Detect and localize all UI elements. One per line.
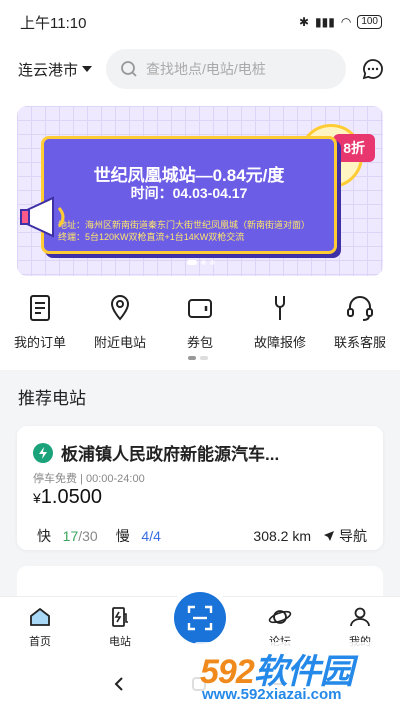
navigate-button[interactable]: 导航	[323, 526, 367, 546]
signal-icon: ▮▮▮	[315, 15, 335, 29]
planet-icon	[268, 610, 292, 624]
scan-icon	[187, 605, 213, 631]
status-icons: ✱ ▮▮▮ ◠ 100	[299, 15, 382, 29]
watermark: 592软件园 www.592xiazai.com	[192, 642, 392, 706]
banner-card: 世纪凤凰城站—0.84元/度 时间：04.03-04.17 地址：海州区新南街道…	[41, 136, 337, 254]
quick-action-label: 附近电站	[93, 335, 146, 350]
fast-chargers: 快 17/30	[37, 526, 98, 546]
quick-action-label: 我的订单	[13, 335, 66, 350]
banner-pagination	[187, 260, 215, 265]
search-placeholder: 查找地点/电站/电桩	[146, 61, 266, 77]
order-icon	[30, 295, 50, 321]
banner-dot-active	[187, 260, 197, 265]
station-price: ¥1.0500	[33, 486, 102, 509]
status-time: 上午11:10	[20, 14, 87, 32]
megaphone-icon	[20, 196, 65, 238]
city-label: 连云港市	[18, 61, 79, 79]
station-name: 板浦镇人民政府新能源汽车...	[61, 445, 280, 464]
station-header: 板浦镇人民政府新能源汽车...	[33, 440, 373, 465]
quick-action-label: 券包	[186, 335, 213, 350]
station-distance: 308.2 km	[253, 528, 311, 544]
caret-down-icon	[82, 66, 93, 72]
page-dot-active	[188, 356, 196, 360]
search-input[interactable]: 查找地点/电站/电桩	[106, 49, 346, 89]
quick-action-label: 联系客服	[333, 335, 386, 350]
back-icon[interactable]	[112, 676, 126, 692]
slow-total: /4	[149, 528, 161, 544]
fast-total: /30	[78, 528, 98, 544]
wrench-icon	[275, 296, 285, 320]
navigate-label: 导航	[339, 528, 367, 544]
quick-action-orders[interactable]: 我的订单	[0, 284, 80, 370]
wifi-icon: ◠	[340, 15, 352, 29]
slow-label: 慢	[115, 528, 130, 544]
message-button[interactable]	[360, 56, 386, 82]
slow-chargers: 慢 4/4	[116, 526, 254, 546]
banner-dot	[210, 260, 215, 265]
tab-label: 首页	[29, 636, 51, 648]
bluetooth-icon: ✱	[298, 15, 310, 29]
promo-banner[interactable]: 8折 世纪凤凰城站—0.84元/度 时间：04.03-04.17 地址：海州区新…	[17, 106, 383, 276]
watermark-url: www.592xiazai.com	[202, 686, 342, 703]
quick-action-label: 故障报修	[253, 335, 306, 350]
currency-symbol: ¥	[33, 490, 41, 506]
quick-action-support[interactable]: 联系客服	[320, 284, 400, 370]
status-bar: 上午11:10 ✱ ▮▮▮ ◠ 100	[0, 0, 400, 44]
location-icon	[110, 294, 130, 321]
search-icon	[121, 61, 137, 77]
city-selector[interactable]: 连云港市	[18, 59, 93, 80]
tab-home[interactable]: 首页	[0, 597, 80, 656]
scan-button[interactable]	[174, 592, 226, 644]
discount-badge: 8折	[333, 134, 375, 162]
banner-dot	[201, 260, 206, 265]
station-footer: 快 17/30 慢 4/4 308.2 km 导航	[37, 526, 367, 546]
top-bar: 连云港市 查找地点/电站/电桩	[0, 44, 400, 94]
banner-terminals: 终端：5台120KW双枪直流+1台14KW双枪交流	[58, 232, 245, 242]
charger-icon	[112, 607, 128, 627]
quick-actions-pagination	[188, 356, 208, 360]
banner-time: 时间：04.03-04.17	[130, 185, 248, 201]
fast-available: 17	[62, 528, 79, 544]
battery-indicator: 100	[357, 15, 382, 29]
station-logo-icon	[33, 442, 53, 463]
section-title: 推荐电站	[18, 389, 86, 408]
quick-action-repair[interactable]: 故障报修	[240, 284, 320, 370]
chat-icon	[362, 59, 383, 80]
navigation-arrow-icon	[324, 531, 334, 541]
user-icon	[350, 607, 370, 627]
home-icon	[30, 607, 50, 626]
price-value: 1.0500	[40, 486, 102, 508]
banner-address: 地址：海州区新南街道秦东门大街世纪凤凰城（新南街道对面）	[58, 220, 311, 230]
banner-details: 地址：海州区新南街道秦东门大街世纪凤凰城（新南街道对面） 终端：5台120KW双…	[58, 219, 338, 243]
headset-icon	[347, 296, 373, 321]
banner-section: 8折 世纪凤凰城站—0.84元/度 时间：04.03-04.17 地址：海州区新…	[0, 94, 400, 284]
wallet-icon	[188, 299, 212, 318]
station-card[interactable]: 板浦镇人民政府新能源汽车... 停车免费 | 00:00-24:00 ¥1.05…	[17, 426, 383, 550]
quick-action-nearby[interactable]: 附近电站	[80, 284, 160, 370]
tab-label: 电站	[109, 636, 131, 648]
page-dot	[200, 356, 208, 360]
tab-stations[interactable]: 电站	[80, 597, 160, 656]
fast-label: 快	[37, 528, 51, 544]
station-meta: 停车免费 | 00:00-24:00	[33, 473, 145, 485]
